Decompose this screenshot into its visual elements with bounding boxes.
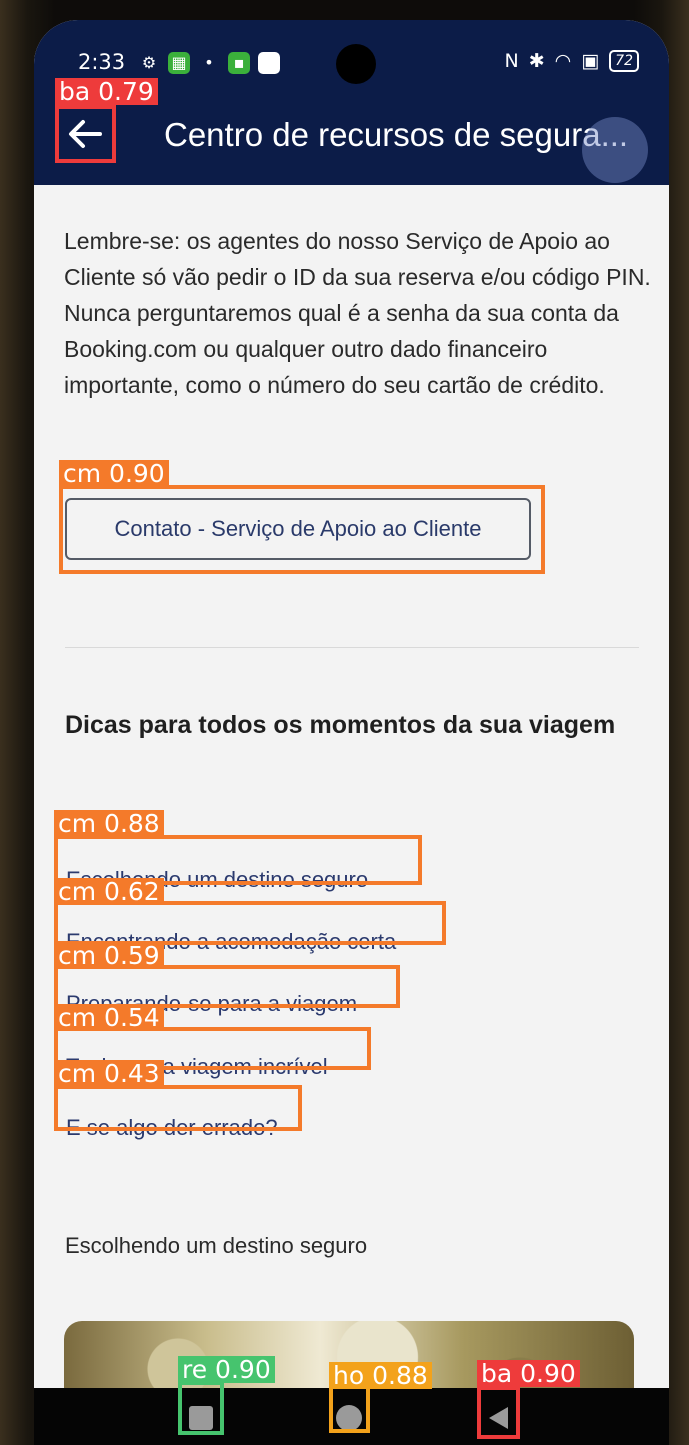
status-bar: 2:33 ⚙ ▦ • ▪ N ✱ ◠ ▣ 72	[34, 44, 669, 84]
home-button[interactable]	[331, 1400, 367, 1436]
front-camera	[336, 44, 376, 84]
divider	[65, 647, 639, 648]
touch-indicator	[582, 117, 648, 183]
tip-link-preparing[interactable]: Preparando-se para a viagem	[66, 991, 357, 1017]
bluetooth-icon: ✱	[528, 50, 545, 72]
screen: 2:33 ⚙ ▦ • ▪ N ✱ ◠ ▣ 72 Centro de recurs…	[34, 20, 669, 1445]
phone-frame: 2:33 ⚙ ▦ • ▪ N ✱ ◠ ▣ 72 Centro de recurs…	[0, 0, 689, 1445]
bug-icon: •	[204, 53, 214, 72]
section-title: Escolhendo um destino seguro	[65, 1233, 368, 1258]
tips-heading: Dicas para todos os momentos da sua viag…	[65, 711, 616, 739]
notification-icons: ⚙ ▦ • ▪	[138, 52, 280, 74]
wifi-icon: ◠	[554, 50, 572, 72]
navigation-bar	[34, 1388, 669, 1445]
nfc-icon: N	[504, 50, 519, 72]
tip-link-destination[interactable]: Escolhendo um destino seguro	[66, 867, 368, 893]
circle-icon	[336, 1405, 362, 1431]
sim-icon: ▣	[581, 50, 600, 72]
security-notice: Lembre-se: os agentes do nosso Serviço d…	[64, 228, 651, 398]
grid-app-icon: ▦	[168, 52, 190, 74]
system-icons: N ✱ ◠ ▣ 72	[504, 50, 639, 72]
recents-button[interactable]	[183, 1400, 219, 1436]
main-content[interactable]: Lembre-se: os agentes do nosso Serviço d…	[34, 185, 669, 1441]
battery-icon: 72	[609, 50, 639, 72]
android-icon: ▪	[228, 52, 250, 74]
back-button[interactable]	[56, 106, 114, 162]
tip-link-trip[interactable]: Tenha uma viagem incrível	[66, 1054, 328, 1080]
tip-link-accommodation[interactable]: Encontrando a acomodação certa	[66, 929, 396, 955]
settings-icon: ⚙	[141, 53, 157, 72]
contact-support-button[interactable]: Contato - Serviço de Apoio ao Cliente	[65, 498, 531, 560]
status-time: 2:33	[78, 50, 126, 74]
message-icon	[258, 52, 280, 74]
system-back-button[interactable]	[480, 1400, 516, 1436]
square-icon	[189, 1406, 213, 1430]
triangle-back-icon	[489, 1407, 508, 1429]
tip-link-problems[interactable]: E se algo der errado?	[66, 1115, 278, 1141]
app-header: 2:33 ⚙ ▦ • ▪ N ✱ ◠ ▣ 72 Centro de recurs…	[34, 20, 669, 185]
arrow-left-icon	[69, 120, 102, 148]
